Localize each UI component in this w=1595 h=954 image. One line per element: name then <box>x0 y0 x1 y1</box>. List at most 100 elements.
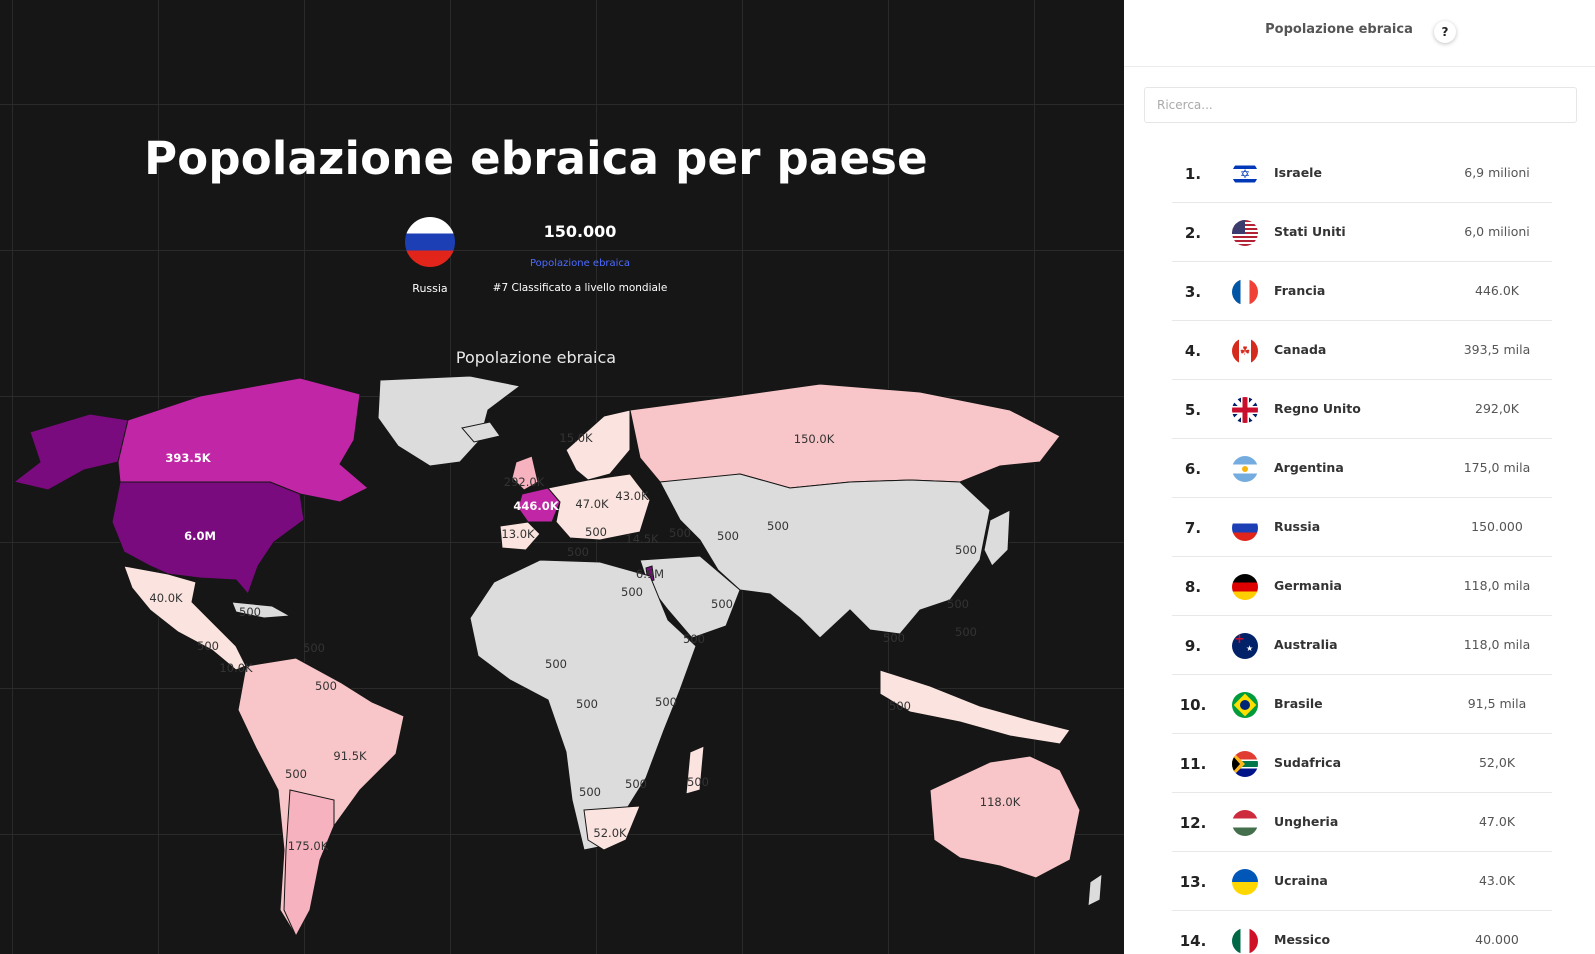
map-value-label: 43.0K <box>615 489 649 503</box>
map-value-label: 500 <box>239 605 261 619</box>
rank-row-israele[interactable]: 1. Israele 6,9 milioni <box>1172 144 1552 203</box>
rank-number: 12. <box>1179 814 1207 832</box>
rank-row-russia[interactable]: 7. Russia 150.000 <box>1172 498 1552 557</box>
panel-header: Popolazione ebraica ? <box>1124 0 1595 67</box>
region-scandinavia[interactable] <box>565 409 631 481</box>
search-input[interactable] <box>1144 87 1577 123</box>
region-russia[interactable] <box>629 383 1061 489</box>
country-value: 446.0K <box>1475 283 1519 298</box>
rank-number: 14. <box>1179 932 1207 950</box>
rank-row-regno-unito[interactable]: 5. Regno Unito 292,0K <box>1172 380 1552 439</box>
ranking-panel: Popolazione ebraica ? 1. Israele 6,9 mil… <box>1124 0 1595 954</box>
map-value-label: 500 <box>687 775 709 789</box>
region-greenland[interactable] <box>377 375 522 467</box>
map-value-label: 500 <box>655 695 677 709</box>
rank-row-sudafrica[interactable]: 11. Sudafrica 52,0K <box>1172 734 1552 793</box>
rank-number: 6. <box>1184 460 1202 478</box>
map-value-label: 500 <box>683 632 705 646</box>
country-name: Germania <box>1274 578 1342 593</box>
region-australia[interactable] <box>929 755 1081 879</box>
map-value-label: 500 <box>576 697 598 711</box>
south-africa-flag-icon <box>1232 751 1258 777</box>
rank-list: 1. Israele 6,9 milioni 2. Stati Uniti 6,… <box>1172 144 1552 954</box>
map-value-label: 91.5K <box>333 749 367 763</box>
map-value-label: 446.0K <box>513 499 559 513</box>
map-value-label: 13.0K <box>501 527 535 541</box>
world-map[interactable]: 393.5K 6.0M 40.0K 500 500 500 10.0K 500 91.5K 500… <box>0 370 1124 954</box>
region-argentina[interactable] <box>283 789 335 938</box>
rank-number: 3. <box>1184 283 1202 301</box>
rank-number: 4. <box>1184 342 1202 360</box>
rank-row-stati-uniti[interactable]: 2. Stati Uniti 6,0 milioni <box>1172 203 1552 262</box>
map-value-label: 500 <box>625 777 647 791</box>
region-alaska[interactable] <box>12 413 129 491</box>
map-value-label: 500 <box>303 641 325 655</box>
selected-country-value: 150.000 <box>543 222 617 241</box>
country-value: 47.0K <box>1478 814 1516 829</box>
map-value-label: 15.0K <box>559 431 593 445</box>
country-name: Ungheria <box>1274 814 1339 829</box>
map-value-label: 500 <box>285 767 307 781</box>
country-name: Russia <box>1274 519 1321 534</box>
israel-flag-icon <box>1232 161 1258 187</box>
country-value: 150.000 <box>1471 519 1523 534</box>
united-states-flag-icon <box>1232 220 1258 246</box>
map-value-label: 40.0K <box>149 591 183 605</box>
france-flag-icon <box>1232 279 1258 305</box>
country-name: Regno Unito <box>1274 401 1361 416</box>
map-value-label: 118.0K <box>980 795 1021 809</box>
country-value: 6,0 milioni <box>1464 224 1530 239</box>
map-value-label: 14.5K <box>625 532 659 546</box>
country-name: Canada <box>1274 342 1327 357</box>
map-value-label: 500 <box>717 529 739 543</box>
selected-country-rank: #7 Classificato a livello mondiale <box>492 282 668 294</box>
help-button[interactable]: ? <box>1434 21 1456 43</box>
rank-number: 5. <box>1184 401 1202 419</box>
rank-row-brasile[interactable]: 10. Brasile 91,5 mila <box>1172 675 1552 734</box>
rank-number: 2. <box>1184 224 1202 242</box>
country-name: Sudafrica <box>1274 755 1342 770</box>
map-panel: Popolazione ebraica per paese Russia 150… <box>0 0 1124 954</box>
map-value-label: 10.0K <box>219 661 253 675</box>
region-mexico[interactable] <box>123 565 247 671</box>
country-value: 6,9 milioni <box>1464 165 1530 180</box>
country-value: 118,0 mila <box>1463 637 1531 652</box>
mexico-flag-icon <box>1232 928 1258 954</box>
rank-number: 7. <box>1184 519 1202 537</box>
rank-row-australia[interactable]: 9. Australia 118,0 mila <box>1172 616 1552 675</box>
region-new-zealand[interactable] <box>1087 873 1103 907</box>
rank-row-francia[interactable]: 3. Francia 446.0K <box>1172 262 1552 321</box>
country-value: 43.0K <box>1478 873 1516 888</box>
country-value: 40.000 <box>1475 932 1519 947</box>
map-value-label: 500 <box>955 625 977 639</box>
map-value-label: 500 <box>955 543 977 557</box>
country-value: 393,5 mila <box>1463 342 1531 357</box>
rank-number: 1. <box>1184 165 1202 183</box>
map-value-label: 175.0K <box>288 839 329 853</box>
map-value-label: 500 <box>889 699 911 713</box>
country-value: 175,0 mila <box>1463 460 1531 475</box>
country-name: Brasile <box>1274 696 1323 711</box>
map-value-label: 500 <box>947 597 969 611</box>
germany-flag-icon <box>1232 574 1258 600</box>
russia-flag-icon <box>1232 515 1258 541</box>
rank-row-messico[interactable]: 14. Messico 40.000 <box>1172 911 1552 954</box>
map-value-label: 150.0K <box>794 432 835 446</box>
rank-row-germania[interactable]: 8. Germania 118,0 mila <box>1172 557 1552 616</box>
country-value: 52,0K <box>1478 755 1516 770</box>
map-value-label: 6.0M <box>184 529 216 543</box>
country-name: Australia <box>1274 637 1338 652</box>
map-value-label: 500 <box>315 679 337 693</box>
rank-row-argentina[interactable]: 6. Argentina 175,0 mila <box>1172 439 1552 498</box>
rank-row-ungheria[interactable]: 12. Ungheria 47.0K <box>1172 793 1552 852</box>
rank-row-ucraina[interactable]: 13. Ucraina 43.0K <box>1172 852 1552 911</box>
map-value-label: 500 <box>567 545 589 559</box>
map-value-label: 500 <box>545 657 567 671</box>
country-name: Argentina <box>1274 460 1344 475</box>
map-value-label: 500 <box>579 785 601 799</box>
rank-row-canada[interactable]: 4. Canada 393,5 mila <box>1172 321 1552 380</box>
map-value-label: 500 <box>883 631 905 645</box>
map-value-label: 393.5K <box>165 451 211 465</box>
country-name: Stati Uniti <box>1274 224 1346 239</box>
country-name: Messico <box>1274 932 1331 947</box>
